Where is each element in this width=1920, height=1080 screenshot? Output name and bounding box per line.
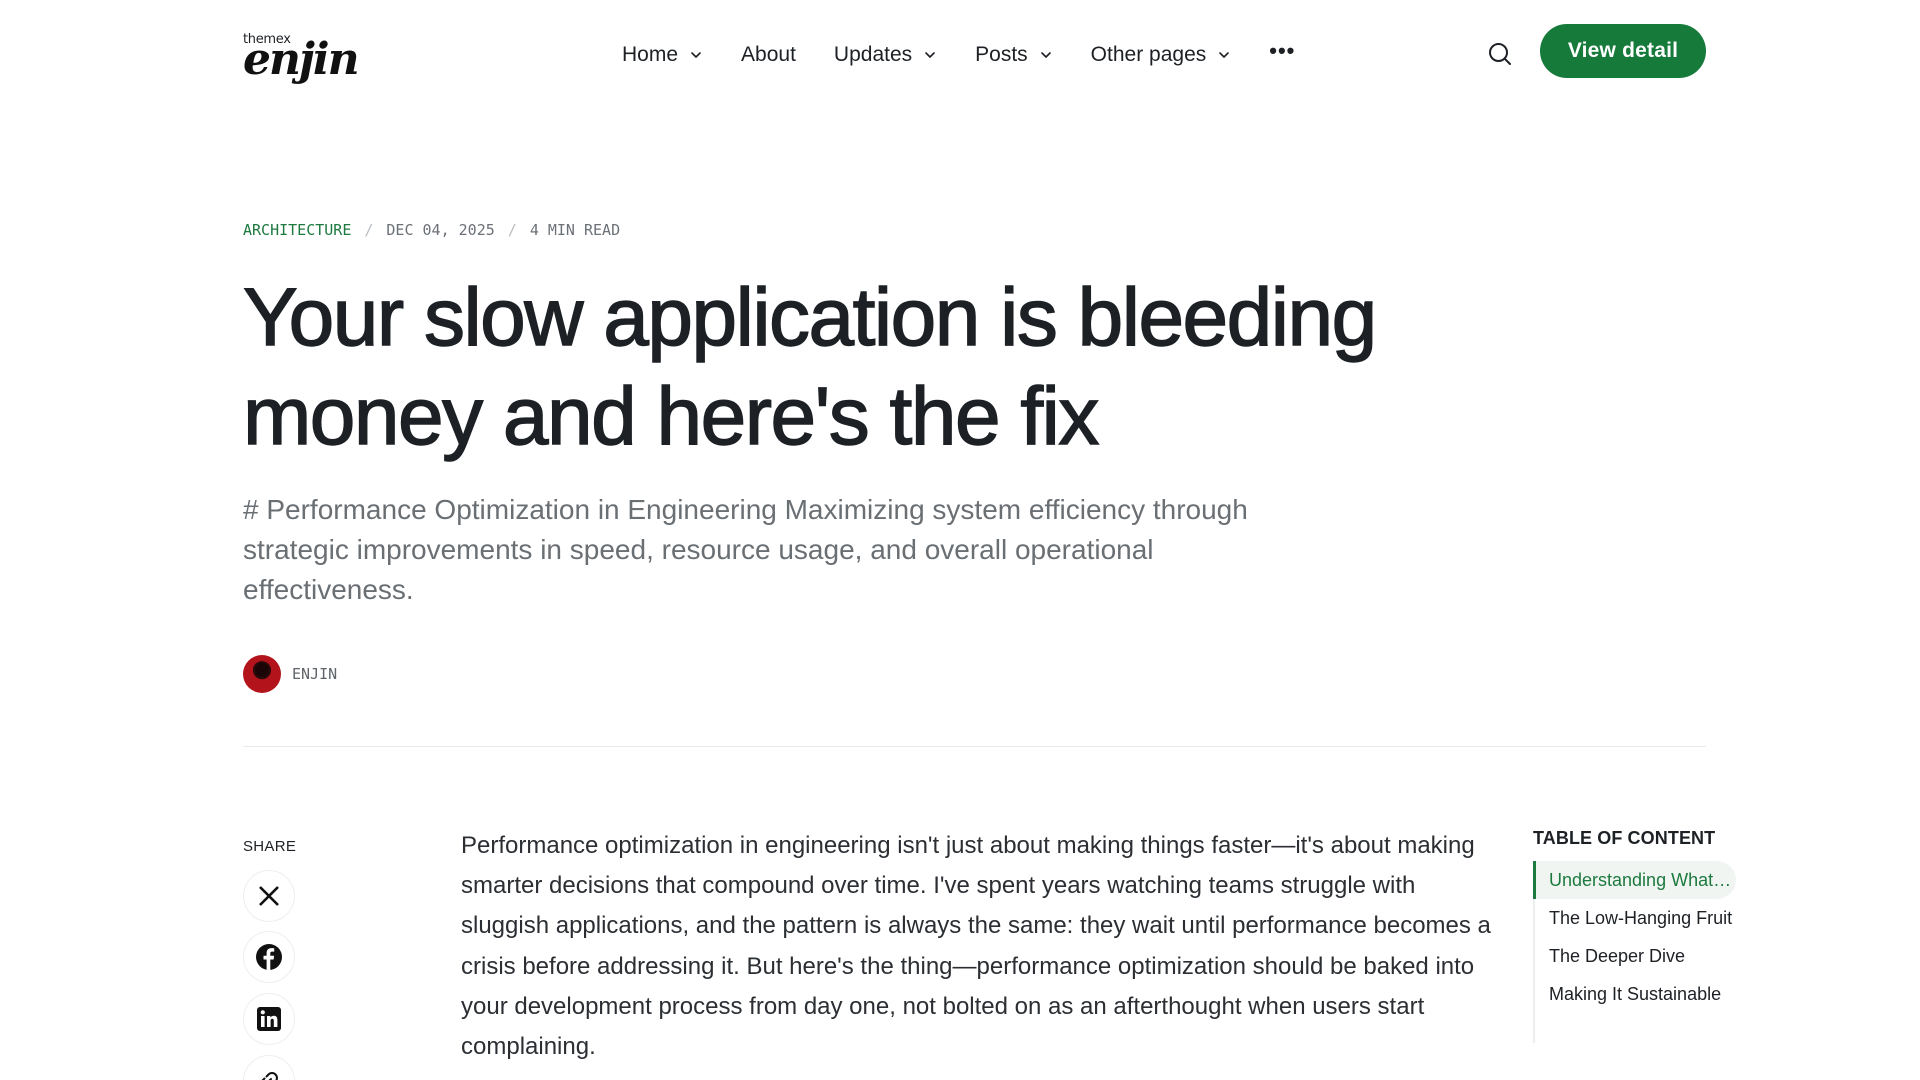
nav-item-other-pages[interactable]: Other pages xyxy=(1091,43,1232,67)
nav-item-posts[interactable]: Posts xyxy=(975,43,1053,67)
toc-item-label: The Deeper Dive xyxy=(1549,945,1686,966)
linkedin-icon xyxy=(257,1007,281,1031)
toc-item-sustainable[interactable]: Making It Sustainable xyxy=(1536,975,1736,1013)
meta-separator: / xyxy=(364,221,374,239)
nav-item-label: Updates xyxy=(833,43,913,66)
share-x-button[interactable] xyxy=(243,870,295,922)
article-title: Your slow application is bleeding money … xyxy=(242,271,1378,462)
share-linkedin-button[interactable] xyxy=(243,993,295,1045)
meta-separator: / xyxy=(507,221,517,239)
toc-item-understanding[interactable]: Understanding What Matters xyxy=(1536,861,1736,899)
toc-item-low-hanging[interactable]: The Low-Hanging Fruit xyxy=(1536,899,1736,937)
nav-item-home[interactable]: Home xyxy=(622,43,703,67)
nav-item-about[interactable]: About xyxy=(741,43,796,67)
nav-item-label: About xyxy=(741,43,796,66)
share-facebook-button[interactable] xyxy=(243,931,295,983)
chevron-down-icon xyxy=(691,52,701,58)
toc-item-label: Understanding What Matters xyxy=(1549,869,1735,890)
article-subtitle: # Performance Optimization in Engineerin… xyxy=(243,494,1248,605)
author-info[interactable]: ENJIN xyxy=(243,655,337,693)
toc-item-deeper-dive[interactable]: The Deeper Dive xyxy=(1536,937,1736,975)
nav-item-label: Posts xyxy=(975,43,1028,66)
view-detail-button[interactable]: View detail xyxy=(1540,24,1706,78)
search-button[interactable] xyxy=(1486,40,1514,68)
category-link[interactable]: ARCHITECTURE xyxy=(243,221,351,239)
toc-active-indicator xyxy=(1533,861,1536,899)
divider xyxy=(243,746,1706,747)
link-icon xyxy=(261,1072,278,1080)
nav-item-label: Other pages xyxy=(1090,43,1207,66)
toc-item-label: Making It Sustainable xyxy=(1549,983,1722,1004)
toc-title: TABLE OF CONTENT xyxy=(1533,828,1716,848)
share-label: SHARE xyxy=(243,838,297,855)
site-logo[interactable]: themex enjin xyxy=(243,32,360,82)
site-header: themex enjin Home About Updates Posts Ot… xyxy=(0,0,1920,110)
copy-link-button[interactable] xyxy=(243,1055,295,1080)
publish-date: DEC 04, 2025 xyxy=(386,221,495,239)
article-body-paragraph: Performance optimization in engineering … xyxy=(461,832,1491,1061)
main-nav: Home About Updates Posts Other pages ••• xyxy=(622,40,1295,70)
search-icon xyxy=(1489,43,1511,65)
facebook-icon xyxy=(256,944,282,970)
chevron-down-icon xyxy=(1219,52,1230,58)
read-time: 4 MIN READ xyxy=(529,221,621,239)
chevron-down-icon xyxy=(1040,52,1051,58)
nav-item-label: Home xyxy=(622,43,679,66)
nav-item-updates[interactable]: Updates xyxy=(834,43,937,67)
avatar xyxy=(243,655,281,693)
author-name: ENJIN xyxy=(292,665,338,683)
logo-wordmark: enjin xyxy=(243,34,360,85)
more-menu-button[interactable]: ••• xyxy=(1269,40,1295,62)
toc-item-label: The Low-Hanging Fruit xyxy=(1549,907,1733,928)
x-icon xyxy=(259,886,279,906)
article-meta: ARCHITECTURE / DEC 04, 2025 / 4 MIN READ xyxy=(243,221,620,239)
chevron-down-icon xyxy=(925,52,935,58)
